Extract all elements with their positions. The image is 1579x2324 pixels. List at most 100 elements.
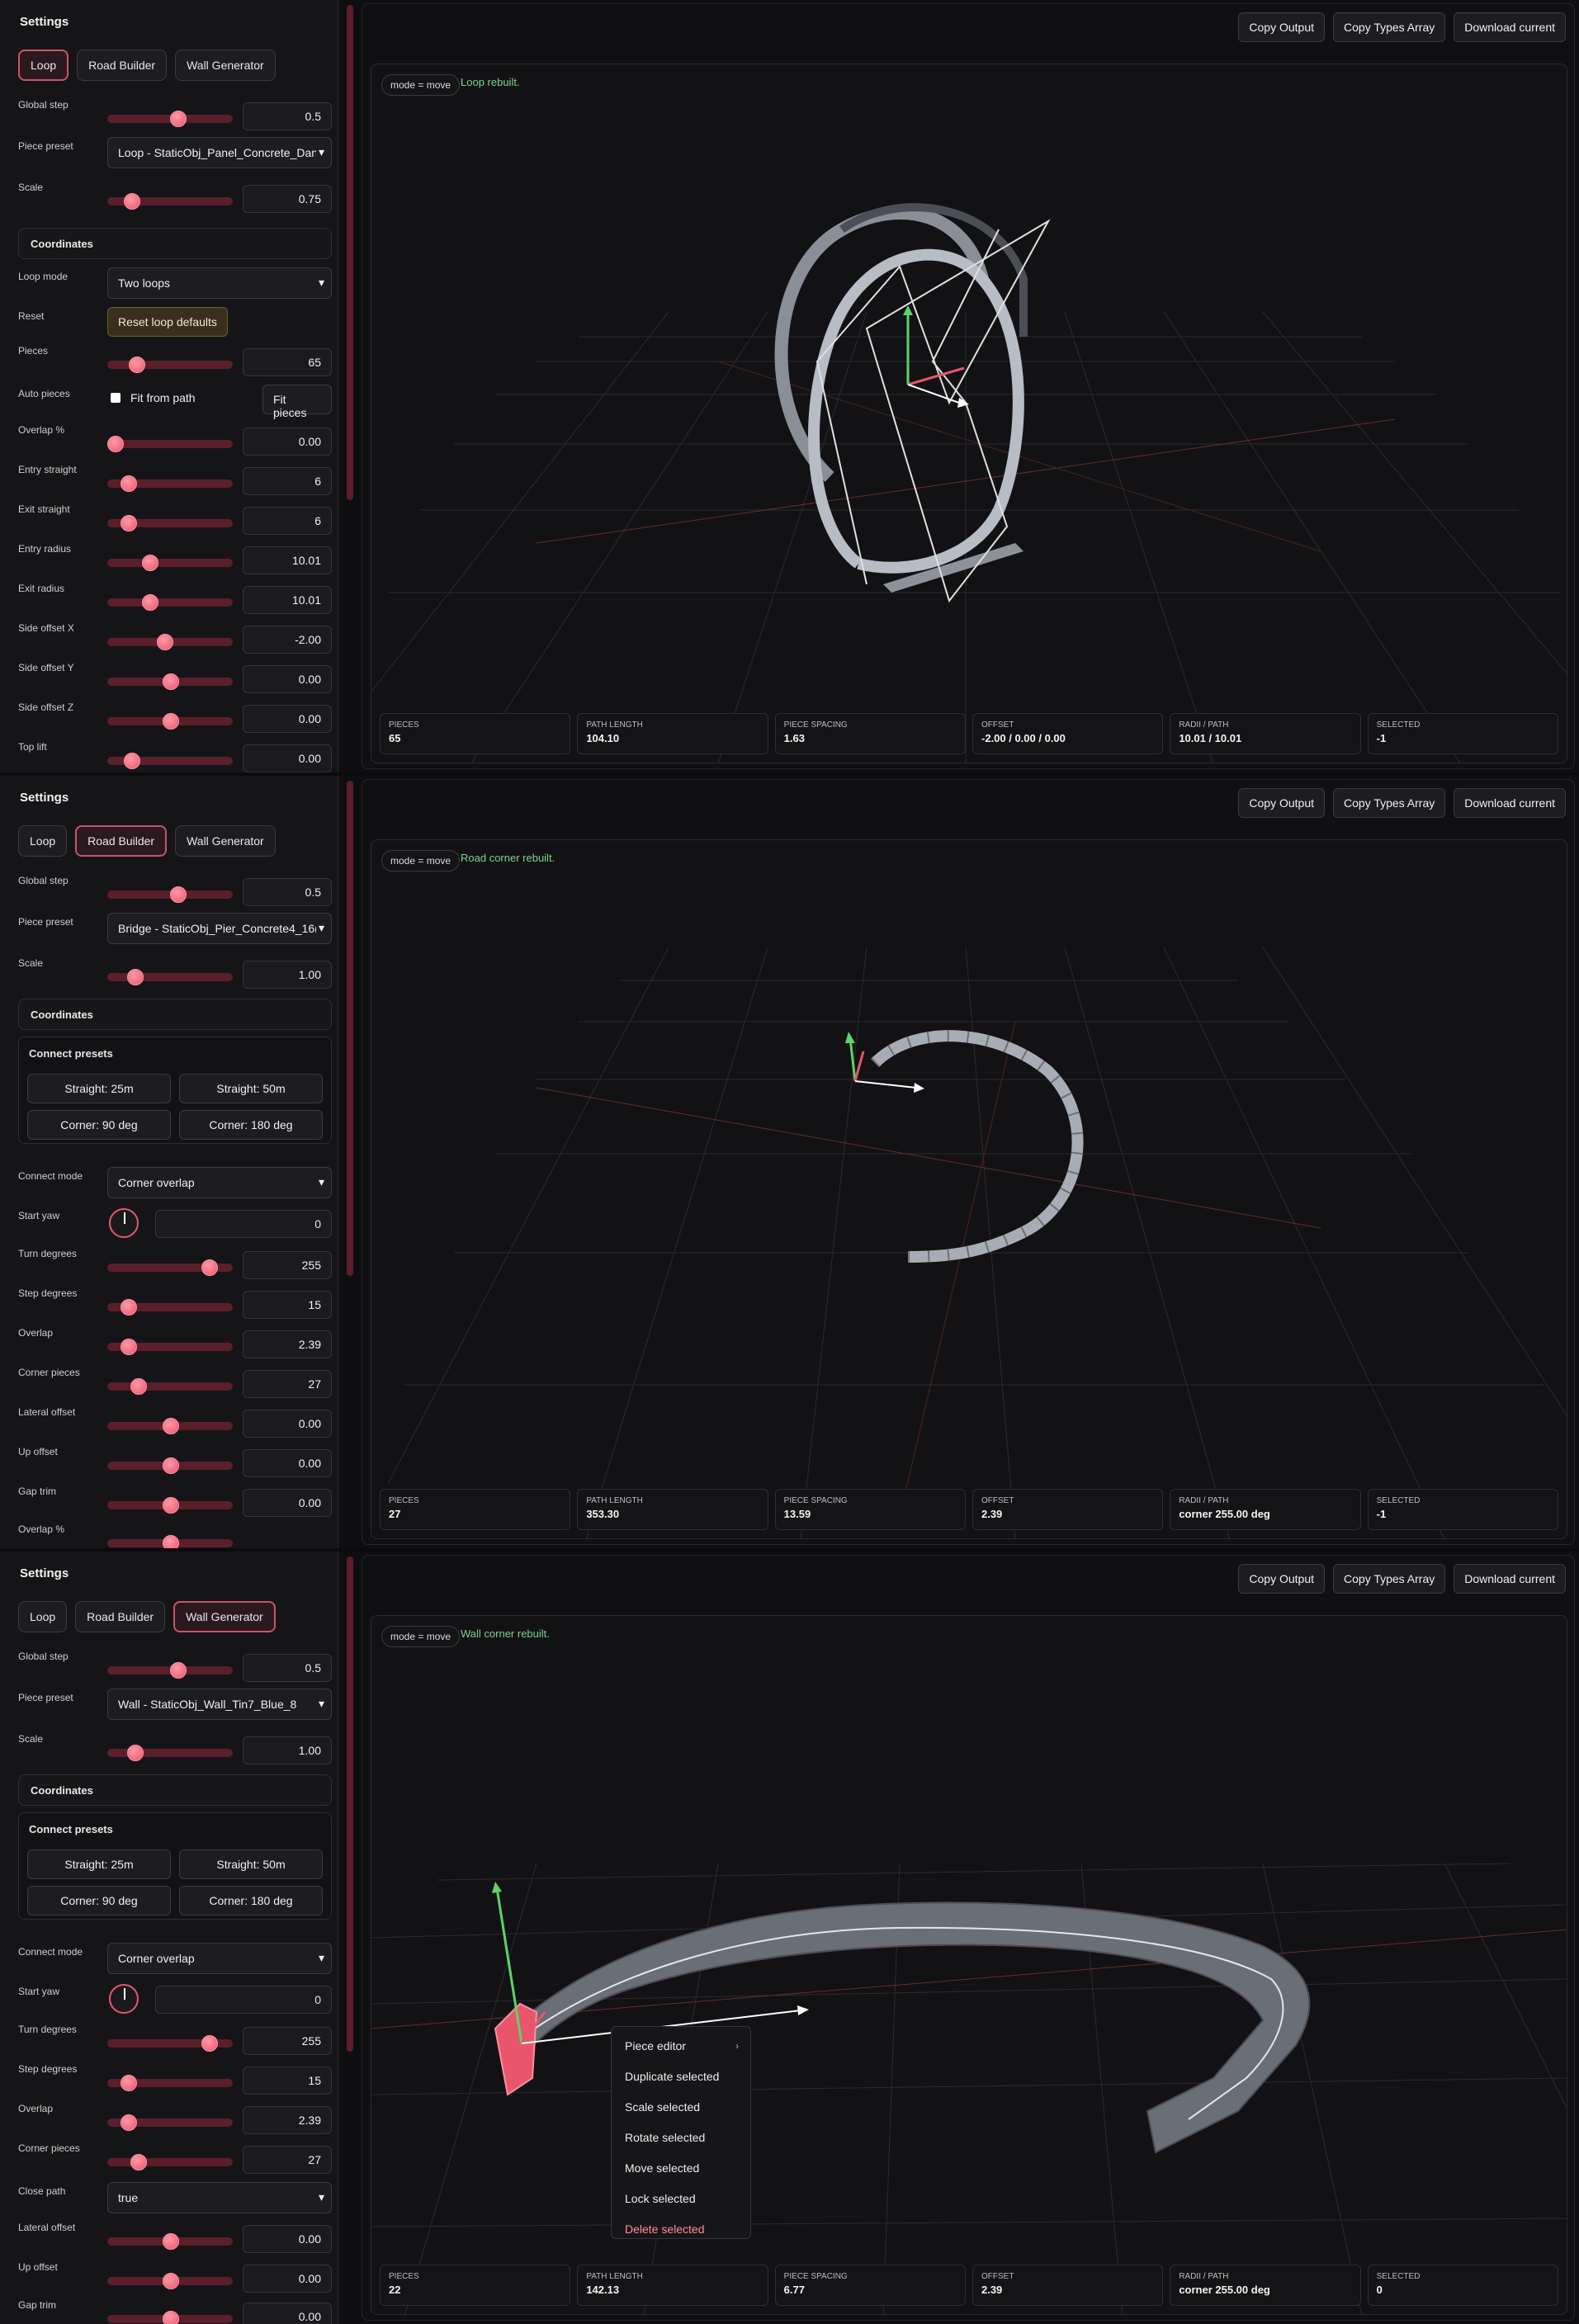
entry-radius-slider[interactable] <box>107 555 233 571</box>
entry-radius-input[interactable]: 10.01 <box>243 546 332 574</box>
slider-knob[interactable] <box>121 475 137 492</box>
slider-knob[interactable] <box>163 2273 179 2289</box>
piece-preset-select[interactable]: Loop - StaticObj_Panel_Concrete_Dan <box>107 137 332 168</box>
global-step-slider[interactable] <box>107 886 233 903</box>
turn-degrees-input[interactable]: 255 <box>243 1251 332 1279</box>
start-yaw-input[interactable]: 0 <box>155 1210 332 1238</box>
preset-straight-25-button[interactable]: Straight: 25m <box>27 1849 171 1879</box>
mode-indicator[interactable]: mode = move <box>381 850 461 872</box>
tab-wall-generator[interactable]: Wall Generator <box>175 50 276 81</box>
loop-mode-select[interactable]: Two loops <box>107 267 332 299</box>
gap-trim-slider[interactable] <box>107 1497 233 1514</box>
tab-wall-generator[interactable]: Wall Generator <box>173 1601 276 1632</box>
3d-viewport[interactable]: mode = move Wall corner rebuilt. Piece e… <box>371 1615 1567 2315</box>
fit-from-path-checkbox[interactable] <box>111 393 121 403</box>
overlap-slider[interactable] <box>107 2114 233 2131</box>
menu-item-rotate-selected[interactable]: Rotate selected <box>612 2125 750 2156</box>
overlap-pct-slider[interactable] <box>107 1535 233 1548</box>
connect-mode-select[interactable]: Corner overlap <box>107 1167 332 1198</box>
scale-slider[interactable] <box>107 193 233 210</box>
lateral-offset-input[interactable]: 0.00 <box>243 1410 332 1438</box>
corner-pieces-slider[interactable] <box>107 1378 233 1395</box>
slider-knob[interactable] <box>107 436 124 452</box>
scale-slider[interactable] <box>107 1745 233 1761</box>
slider-knob[interactable] <box>121 2075 137 2091</box>
tab-road-builder[interactable]: Road Builder <box>75 1601 166 1632</box>
pieces-input[interactable]: 65 <box>243 348 332 376</box>
start-yaw-dial[interactable] <box>109 1208 139 1238</box>
reset-loop-defaults-button[interactable]: Reset loop defaults <box>107 307 228 337</box>
preset-corner-90-button[interactable]: Corner: 90 deg <box>27 1886 171 1915</box>
step-degrees-input[interactable]: 15 <box>243 2067 332 2095</box>
lateral-offset-slider[interactable] <box>107 1418 233 1434</box>
overlap-slider[interactable] <box>107 436 233 452</box>
slider-knob[interactable] <box>130 1378 147 1395</box>
slider-knob[interactable] <box>121 2114 137 2131</box>
slider-knob[interactable] <box>201 1259 218 1276</box>
top-lift-slider[interactable] <box>107 753 233 769</box>
turn-degrees-slider[interactable] <box>107 2035 233 2052</box>
tab-wall-generator[interactable]: Wall Generator <box>175 825 276 857</box>
slider-knob[interactable] <box>163 2311 179 2324</box>
top-lift-input[interactable]: 0.00 <box>243 744 332 772</box>
slider-knob[interactable] <box>163 673 179 690</box>
slider-knob[interactable] <box>142 594 158 611</box>
scale-input[interactable]: 1.00 <box>243 961 332 989</box>
menu-item-move-selected[interactable]: Move selected <box>612 2156 750 2186</box>
slider-knob[interactable] <box>129 357 145 373</box>
connect-mode-select[interactable]: Corner overlap <box>107 1943 332 1974</box>
preset-corner-180-button[interactable]: Corner: 180 deg <box>179 1110 323 1140</box>
tab-road-builder[interactable]: Road Builder <box>77 50 168 81</box>
side-offset-z-input[interactable]: 0.00 <box>243 705 332 733</box>
download-current-button[interactable]: Download current <box>1454 1564 1566 1594</box>
viewport-scene[interactable] <box>371 1616 1567 2315</box>
preset-straight-50-button[interactable]: Straight: 50m <box>179 1074 323 1103</box>
slider-knob[interactable] <box>163 1497 179 1514</box>
preset-straight-25-button[interactable]: Straight: 25m <box>27 1074 171 1103</box>
slider-knob[interactable] <box>127 1745 144 1761</box>
overlap-slider[interactable] <box>107 1339 233 1355</box>
slider-knob[interactable] <box>163 1457 179 1474</box>
scale-slider[interactable] <box>107 969 233 985</box>
side-offset-y-slider[interactable] <box>107 673 233 690</box>
preset-corner-180-button[interactable]: Corner: 180 deg <box>179 1886 323 1915</box>
corner-pieces-input[interactable]: 27 <box>243 2146 332 2174</box>
up-offset-slider[interactable] <box>107 2273 233 2289</box>
copy-output-button[interactable]: Copy Output <box>1238 12 1326 42</box>
entry-straight-slider[interactable] <box>107 475 233 492</box>
3d-viewport[interactable]: mode = move Road corner rebuilt. PIECES 2… <box>371 839 1567 1539</box>
close-path-select[interactable]: true <box>107 2182 332 2213</box>
slider-knob[interactable] <box>170 886 187 903</box>
menu-item-scale-selected[interactable]: Scale selected <box>612 2095 750 2125</box>
lateral-offset-input[interactable]: 0.00 <box>243 2225 332 2253</box>
pieces-slider[interactable] <box>107 357 233 373</box>
turn-degrees-slider[interactable] <box>107 1259 233 1276</box>
slider-knob[interactable] <box>121 1339 137 1355</box>
exit-straight-input[interactable]: 6 <box>243 507 332 535</box>
scale-input[interactable]: 0.75 <box>243 185 332 213</box>
viewport-scene[interactable] <box>371 840 1567 1539</box>
copy-types-array-button[interactable]: Copy Types Array <box>1333 788 1446 818</box>
fit-pieces-button[interactable]: Fit pieces <box>262 385 332 419</box>
mode-indicator[interactable]: mode = move <box>381 1626 461 1647</box>
overlap-input[interactable]: 2.39 <box>243 2106 332 2134</box>
tab-road-builder[interactable]: Road Builder <box>75 825 168 857</box>
step-degrees-input[interactable]: 15 <box>243 1291 332 1319</box>
overlap-input[interactable]: 2.39 <box>243 1330 332 1358</box>
slider-knob[interactable] <box>157 634 173 650</box>
copy-output-button[interactable]: Copy Output <box>1238 1564 1326 1594</box>
gap-trim-slider[interactable] <box>107 2311 233 2324</box>
mode-indicator[interactable]: mode = move <box>381 74 461 96</box>
scale-input[interactable]: 1.00 <box>243 1736 332 1764</box>
exit-straight-slider[interactable] <box>107 515 233 531</box>
menu-item-delete-selected[interactable]: Delete selected <box>612 2217 750 2247</box>
sidebar-scrollbar[interactable] <box>347 781 353 1276</box>
exit-radius-input[interactable]: 10.01 <box>243 586 332 614</box>
sidebar-scrollbar[interactable] <box>347 1556 353 2052</box>
copy-types-array-button[interactable]: Copy Types Array <box>1333 1564 1446 1594</box>
3d-viewport[interactable]: mode = move Loop rebuilt. PIECES 65 PATH … <box>371 64 1567 763</box>
global-step-input[interactable]: 0.5 <box>243 1654 332 1682</box>
download-current-button[interactable]: Download current <box>1454 788 1566 818</box>
global-step-slider[interactable] <box>107 111 233 127</box>
up-offset-slider[interactable] <box>107 1457 233 1474</box>
